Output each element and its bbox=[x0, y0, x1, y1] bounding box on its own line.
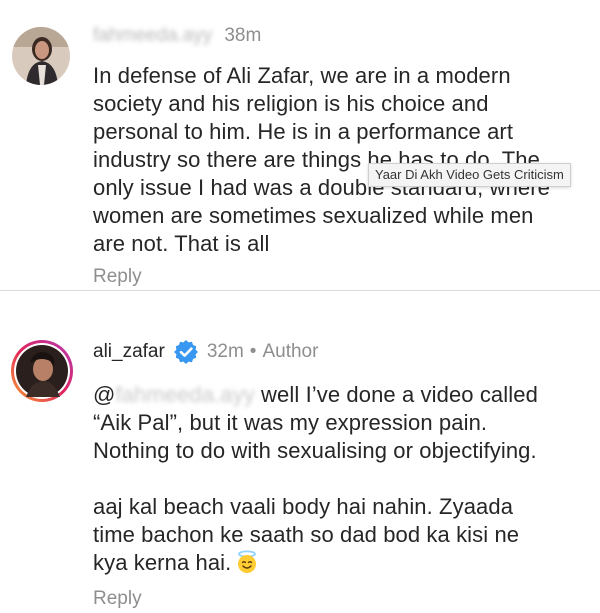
author-label: Author bbox=[262, 341, 319, 362]
comment-body: In defense of Ali Zafar, we are in a mod… bbox=[93, 63, 551, 256]
comment-2: ali_zafar 32m • Author @fahmeeda.ayy wel… bbox=[0, 291, 600, 613]
comment-meta: fahmeeda.ayy 38m bbox=[93, 25, 261, 47]
comment-time: 32m bbox=[206, 341, 244, 362]
reply-body-part-1: “Aik Pal”, but it was my expression pain… bbox=[93, 410, 537, 463]
reply-spacer bbox=[93, 465, 593, 493]
mention-handle: fahmeeda.ayy bbox=[115, 382, 255, 407]
reply-line-1: @fahmeeda.ayy well I’ve done a video cal… bbox=[93, 381, 593, 409]
comment-time: 38m bbox=[224, 25, 262, 46]
author-avatar[interactable] bbox=[10, 339, 74, 403]
video-title-tooltip: Yaar Di Akh Video Gets Criticism bbox=[368, 163, 571, 187]
reply-line-1-rest: well I’ve done a video called bbox=[254, 382, 538, 407]
reply-button[interactable]: Reply bbox=[93, 266, 142, 288]
reply-body-part-2: aaj kal beach vaali body hai nahin. Zyaa… bbox=[93, 493, 593, 577]
commenter-avatar[interactable] bbox=[12, 27, 70, 85]
reply-body-part-2-text: aaj kal beach vaali body hai nahin. Zyaa… bbox=[93, 494, 520, 575]
reply-button[interactable]: Reply bbox=[93, 588, 142, 610]
commenter-username[interactable]: fahmeeda.ayy bbox=[93, 25, 212, 47]
comment-text: In defense of Ali Zafar, we are in a mod… bbox=[93, 62, 593, 258]
mention-at: @ bbox=[93, 382, 116, 407]
author-meta: ali_zafar 32m • Author bbox=[93, 338, 318, 366]
comment-1: fahmeeda.ayy 38m In defense of Ali Zafar… bbox=[0, 0, 600, 290]
mention-link[interactable]: @fahmeeda.ayy bbox=[93, 382, 255, 407]
reply-text: @fahmeeda.ayy well I’ve done a video cal… bbox=[93, 381, 593, 577]
meta-separator: • bbox=[249, 341, 257, 362]
author-username[interactable]: ali_zafar bbox=[93, 341, 165, 363]
halo-smile-emoji-icon bbox=[235, 550, 259, 574]
verified-badge-icon bbox=[173, 339, 199, 365]
